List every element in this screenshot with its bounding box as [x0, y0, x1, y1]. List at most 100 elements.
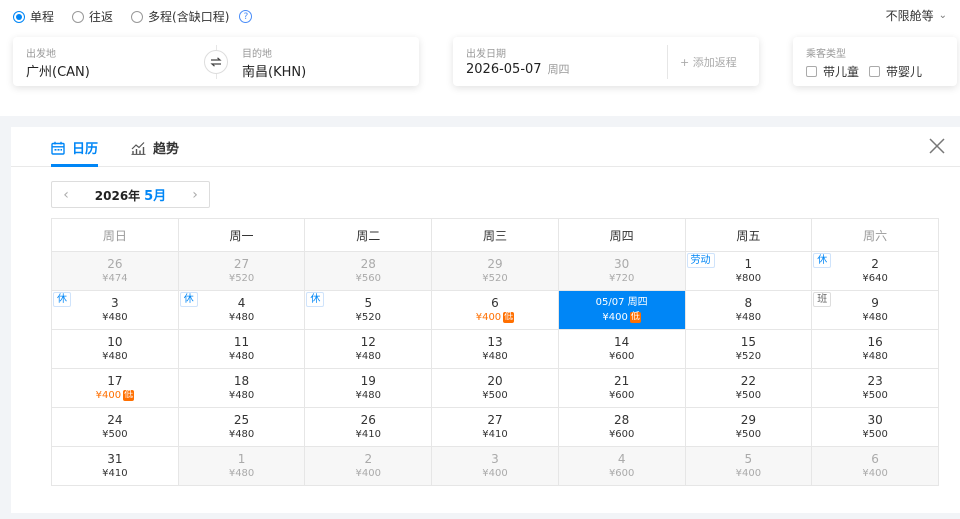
- day-price-row: ¥480: [179, 389, 305, 402]
- day-number: 12: [360, 335, 376, 349]
- tab-calendar[interactable]: 日历: [51, 138, 98, 157]
- next-month-button[interactable]: ›: [181, 187, 209, 203]
- infant-option[interactable]: 带婴儿: [869, 63, 922, 80]
- calendar-day[interactable]: 1 ¥480: [177, 446, 306, 486]
- day-number: 30: [867, 413, 883, 427]
- tab-trend[interactable]: 趋势: [131, 138, 179, 157]
- calendar-day[interactable]: 30 ¥500: [811, 407, 939, 447]
- weekday-header: 周六: [811, 218, 939, 252]
- day-price: ¥410: [102, 468, 128, 479]
- day-number: 24: [107, 413, 123, 427]
- calendar-day-selected[interactable]: 05/07 周四 ¥400 低: [557, 290, 686, 330]
- cabin-class-dropdown[interactable]: 不限舱等 ⌄: [886, 7, 947, 24]
- calendar-day[interactable]: 10 ¥480: [51, 329, 179, 369]
- calendar-day[interactable]: 29 ¥520: [431, 251, 559, 291]
- passenger-type-selector: 乘客类型 带儿童 带婴儿: [793, 37, 957, 86]
- calendar-day[interactable]: 25 ¥480: [177, 407, 306, 447]
- calendar-day[interactable]: 18 ¥480: [177, 368, 306, 408]
- calendar-day[interactable]: 休 5 ¥520: [304, 290, 433, 330]
- calendar-day[interactable]: 19 ¥480: [304, 368, 433, 408]
- calendar-day[interactable]: 11 ¥480: [177, 329, 306, 369]
- infant-label: 带婴儿: [886, 65, 923, 79]
- trip-type-multi-city[interactable]: 多程(含缺口程): [131, 8, 229, 25]
- calendar-day[interactable]: 15 ¥520: [684, 329, 813, 369]
- child-checkbox[interactable]: [806, 66, 817, 77]
- calendar-day[interactable]: 29 ¥500: [684, 407, 813, 447]
- calendar-day[interactable]: 26 ¥410: [304, 407, 433, 447]
- radio-one-way[interactable]: [13, 10, 25, 23]
- weekday-header: 周二: [304, 218, 433, 252]
- calendar-day[interactable]: 27 ¥410: [431, 407, 559, 447]
- calendar-day[interactable]: 8 ¥480: [684, 290, 813, 330]
- calendar-day[interactable]: 22 ¥500: [684, 368, 813, 408]
- calendar-day[interactable]: 劳动 1 ¥800: [684, 251, 813, 291]
- day-price-row: ¥400: [812, 467, 938, 480]
- close-icon[interactable]: [928, 137, 946, 155]
- trip-type-round-trip[interactable]: 往返: [72, 8, 113, 25]
- calendar-day[interactable]: 6 ¥400 低: [431, 290, 559, 330]
- calendar-day[interactable]: 2 ¥400: [304, 446, 433, 486]
- infant-checkbox[interactable]: [869, 66, 881, 77]
- help-icon[interactable]: ?: [239, 10, 253, 23]
- calendar-day[interactable]: 4 ¥600: [557, 446, 686, 486]
- day-price-row: ¥400 低: [52, 389, 178, 402]
- day-price: ¥520: [735, 351, 762, 362]
- to-field[interactable]: 南昌(KHN): [242, 61, 306, 80]
- swap-icon[interactable]: [204, 50, 228, 74]
- day-price: ¥480: [228, 351, 255, 362]
- lowest-price-badge: 低: [629, 312, 641, 323]
- weekday-header-row: 周日 周一 周二 周三 周四 周五 周六: [51, 218, 939, 252]
- day-number: 1: [237, 452, 246, 466]
- calendar-day[interactable]: 17 ¥400 低: [51, 368, 179, 408]
- calendar-day[interactable]: 16 ¥480: [811, 329, 939, 369]
- calendar-day[interactable]: 休 4 ¥480: [177, 290, 306, 330]
- calendar-day[interactable]: 3 ¥400: [431, 446, 559, 486]
- calendar-day[interactable]: 20 ¥500: [431, 368, 559, 408]
- divider: [667, 45, 668, 79]
- calendar-day[interactable]: 23 ¥500: [811, 368, 939, 408]
- day-number: 2: [364, 452, 373, 466]
- day-price-row: ¥640: [812, 272, 938, 285]
- child-option[interactable]: 带儿童: [806, 63, 859, 80]
- calendar-day[interactable]: 31 ¥410: [51, 446, 179, 486]
- day-price: ¥600: [608, 390, 635, 401]
- calendar-day[interactable]: 班 9 ¥480: [811, 290, 939, 330]
- calendar-day[interactable]: 13 ¥480: [431, 329, 559, 369]
- radio-round-trip[interactable]: [72, 10, 85, 23]
- day-price: ¥800: [735, 273, 762, 284]
- calendar-day[interactable]: 14 ¥600: [557, 329, 686, 369]
- calendar-day[interactable]: 休 3 ¥480: [51, 290, 179, 330]
- add-return-button[interactable]: + 添加返程: [680, 54, 737, 70]
- day-price: ¥480: [482, 351, 508, 362]
- day-price-row: ¥500: [686, 389, 812, 402]
- date-field[interactable]: 2026-05-07 周四: [466, 61, 570, 77]
- calendar-day[interactable]: 休 2 ¥640: [811, 251, 939, 291]
- passenger-type-label: 乘客类型: [806, 49, 846, 60]
- prev-month-button[interactable]: ‹: [52, 187, 80, 203]
- calendar-day[interactable]: 28 ¥560: [304, 251, 433, 291]
- day-number: 6: [491, 296, 499, 310]
- day-price-row: ¥560: [305, 272, 431, 285]
- date-selector: 出发日期 2026-05-07 周四 + 添加返程: [453, 37, 759, 86]
- calendar-day[interactable]: 24 ¥500: [51, 407, 179, 447]
- from-field[interactable]: 广州(CAN): [26, 61, 90, 80]
- calendar-day[interactable]: 28 ¥600: [557, 407, 686, 447]
- tab-trend-label: 趋势: [153, 142, 180, 157]
- calendar-day[interactable]: 5 ¥400: [684, 446, 813, 486]
- calendar-day[interactable]: 27 ¥520: [177, 251, 306, 291]
- day-number: 30: [614, 257, 630, 271]
- calendar-day[interactable]: 12 ¥480: [304, 329, 433, 369]
- day-price: ¥410: [355, 429, 381, 440]
- calendar-day[interactable]: 6 ¥400: [811, 446, 939, 486]
- calendar-day[interactable]: 21 ¥600: [557, 368, 686, 408]
- calendar-day[interactable]: 26 ¥474: [51, 251, 179, 291]
- day-number: 3: [491, 452, 499, 466]
- trip-type-one-way[interactable]: 单程: [13, 8, 54, 25]
- day-number: 27: [487, 413, 503, 427]
- day-number: 14: [614, 335, 630, 349]
- radio-multi-city[interactable]: [131, 10, 144, 23]
- calendar-day[interactable]: 30 ¥720: [557, 251, 686, 291]
- day-price-row: ¥800: [686, 272, 812, 285]
- day-price-row: ¥400: [305, 467, 431, 480]
- search-bar: 单程 往返 多程(含缺口程) ? 不限舱等 ⌄ 出发地 广州(CAN) 目的地 …: [0, 0, 960, 116]
